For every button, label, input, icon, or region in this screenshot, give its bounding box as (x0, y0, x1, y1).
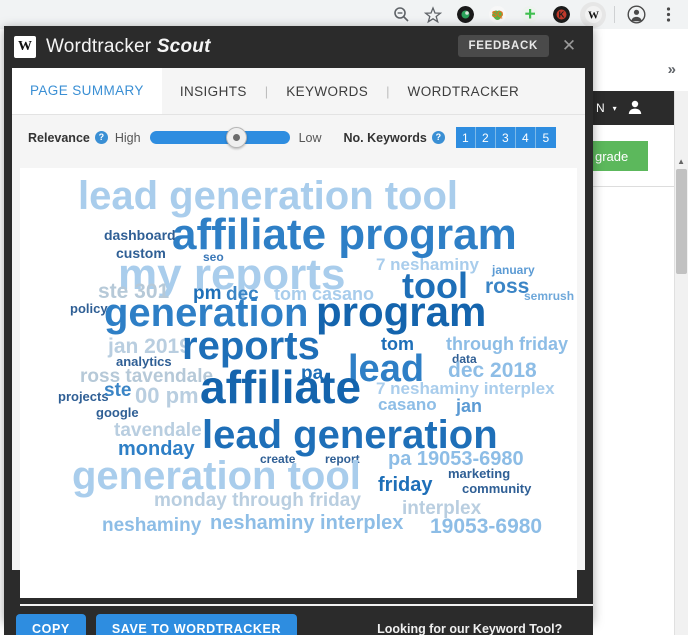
cloud-word[interactable]: policy (70, 302, 108, 315)
upgrade-button[interactable]: grade (592, 141, 648, 171)
screen: » N ▾ grade ▲ SQ K W W Wordtracker Scout… (0, 0, 688, 635)
tab-keywords[interactable]: KEYWORDS (268, 68, 386, 114)
popup-body: PAGE SUMMARY INSIGHTS | KEYWORDS | WORDT… (12, 68, 593, 635)
cloud-word[interactable]: neshaminy interplex (210, 513, 403, 533)
cloud-word[interactable]: 19053-6980 (430, 516, 542, 537)
page-divider (592, 186, 674, 187)
no-keywords-help-icon[interactable]: ? (431, 131, 445, 144)
cloud-word[interactable]: dashboard (104, 228, 176, 242)
relevance-help-icon[interactable]: ? (94, 131, 108, 144)
relevance-label: Relevance (28, 130, 90, 145)
cloud-word[interactable]: projects (58, 390, 109, 403)
brand-name: Wordtracker (46, 36, 152, 57)
relevance-slider[interactable] (149, 127, 290, 148)
site-account-header: N ▾ (592, 91, 674, 125)
cloud-word[interactable]: through friday (446, 335, 568, 353)
overflow-chevron-icon[interactable]: » (668, 62, 676, 77)
cloud-word[interactable]: neshaminy (102, 516, 201, 535)
close-icon[interactable]: ✕ (559, 36, 579, 56)
keyword-count-5[interactable]: 5 (535, 127, 556, 148)
relevance-slider-knob[interactable] (225, 127, 247, 148)
keyword-count-1[interactable]: 1 (455, 127, 476, 148)
cloud-word[interactable]: affiliate (200, 364, 361, 410)
cloud-word[interactable]: semrush (524, 290, 574, 302)
extension-k-icon[interactable]: K (548, 2, 574, 28)
cloud-word[interactable]: 00 pm (135, 385, 199, 407)
extension-add-icon[interactable] (516, 2, 542, 28)
no-keywords-label: No. Keywords (343, 130, 427, 145)
svg-text:K: K (558, 11, 564, 20)
feedback-button[interactable]: FEEDBACK (457, 35, 549, 57)
cloud-word[interactable]: marketing (448, 467, 510, 480)
extension-wordtracker-icon[interactable]: W (580, 1, 606, 28)
word-cloud-panel: lead generation tool affiliate program das… (20, 168, 577, 598)
keyword-count-4[interactable]: 4 (515, 127, 536, 148)
copy-button[interactable]: COPY (16, 614, 86, 635)
zoom-out-icon[interactable] (388, 2, 414, 28)
popup-title-bar: W Wordtracker Scout FEEDBACK ✕ (4, 26, 593, 68)
tab-insights[interactable]: INSIGHTS (162, 68, 265, 114)
scroll-up-icon[interactable]: ▲ (677, 157, 685, 166)
brand-product: Scout (156, 36, 211, 57)
keyword-tool-link[interactable]: Looking for our Keyword Tool? (377, 622, 562, 635)
scrollbar-thumb[interactable] (676, 169, 687, 274)
cloud-word[interactable]: community (462, 482, 531, 495)
bookmark-star-icon[interactable] (420, 2, 446, 28)
wordtracker-scout-popup: W Wordtracker Scout FEEDBACK ✕ PAGE SUMM… (4, 26, 593, 635)
svg-text:W: W (588, 9, 599, 21)
person-icon[interactable] (627, 99, 643, 118)
cloud-word[interactable]: casano (378, 396, 437, 413)
keyword-count-2[interactable]: 2 (475, 127, 496, 148)
relevance-high-label: High (114, 130, 141, 145)
account-label: N (596, 101, 605, 115)
tab-bar: PAGE SUMMARY INSIGHTS | KEYWORDS | WORDT… (12, 68, 585, 115)
cloud-word[interactable]: dec 2018 (448, 360, 537, 381)
save-to-wordtracker-button[interactable]: SAVE TO WORDTRACKER (95, 614, 298, 635)
cloud-word[interactable]: ste (104, 381, 131, 400)
keyword-count-3[interactable]: 3 (495, 127, 516, 148)
tab-page-summary[interactable]: PAGE SUMMARY (12, 68, 162, 115)
tab-wordtracker[interactable]: WORDTRACKER (390, 68, 538, 114)
extension-camera-icon[interactable] (452, 2, 478, 28)
cloud-word[interactable]: monday through friday (154, 491, 361, 510)
chevron-down-icon[interactable]: ▾ (613, 104, 617, 113)
cloud-word[interactable]: google (96, 406, 139, 419)
relevance-low-label: Low (298, 130, 322, 145)
wordtracker-logo-icon: W (14, 36, 36, 58)
cloud-word[interactable]: ross (485, 276, 529, 297)
chrome-menu-icon[interactable] (655, 2, 681, 28)
toolbar-divider (614, 6, 615, 23)
profile-avatar-icon[interactable] (623, 2, 649, 28)
cloud-word[interactable]: program (316, 291, 486, 333)
popup-brand: Wordtracker Scout (46, 36, 211, 58)
keyword-count-group: 1 2 3 4 5 (455, 127, 556, 148)
controls-row: Relevance ? High Low No. Keywords ? 1 2 … (12, 114, 585, 160)
cloud-word[interactable]: reports (182, 326, 320, 366)
extension-seoquake-icon[interactable]: SQ (484, 2, 510, 28)
popup-footer: COPY SAVE TO WORDTRACKER Looking for our… (4, 606, 593, 635)
page-scrollbar[interactable]: ▲ (674, 91, 688, 635)
svg-text:SQ: SQ (491, 10, 503, 19)
cloud-word[interactable]: friday (378, 475, 432, 495)
word-cloud[interactable]: lead generation tool affiliate program das… (20, 168, 577, 598)
browser-toolbar: SQ K W (0, 0, 688, 29)
